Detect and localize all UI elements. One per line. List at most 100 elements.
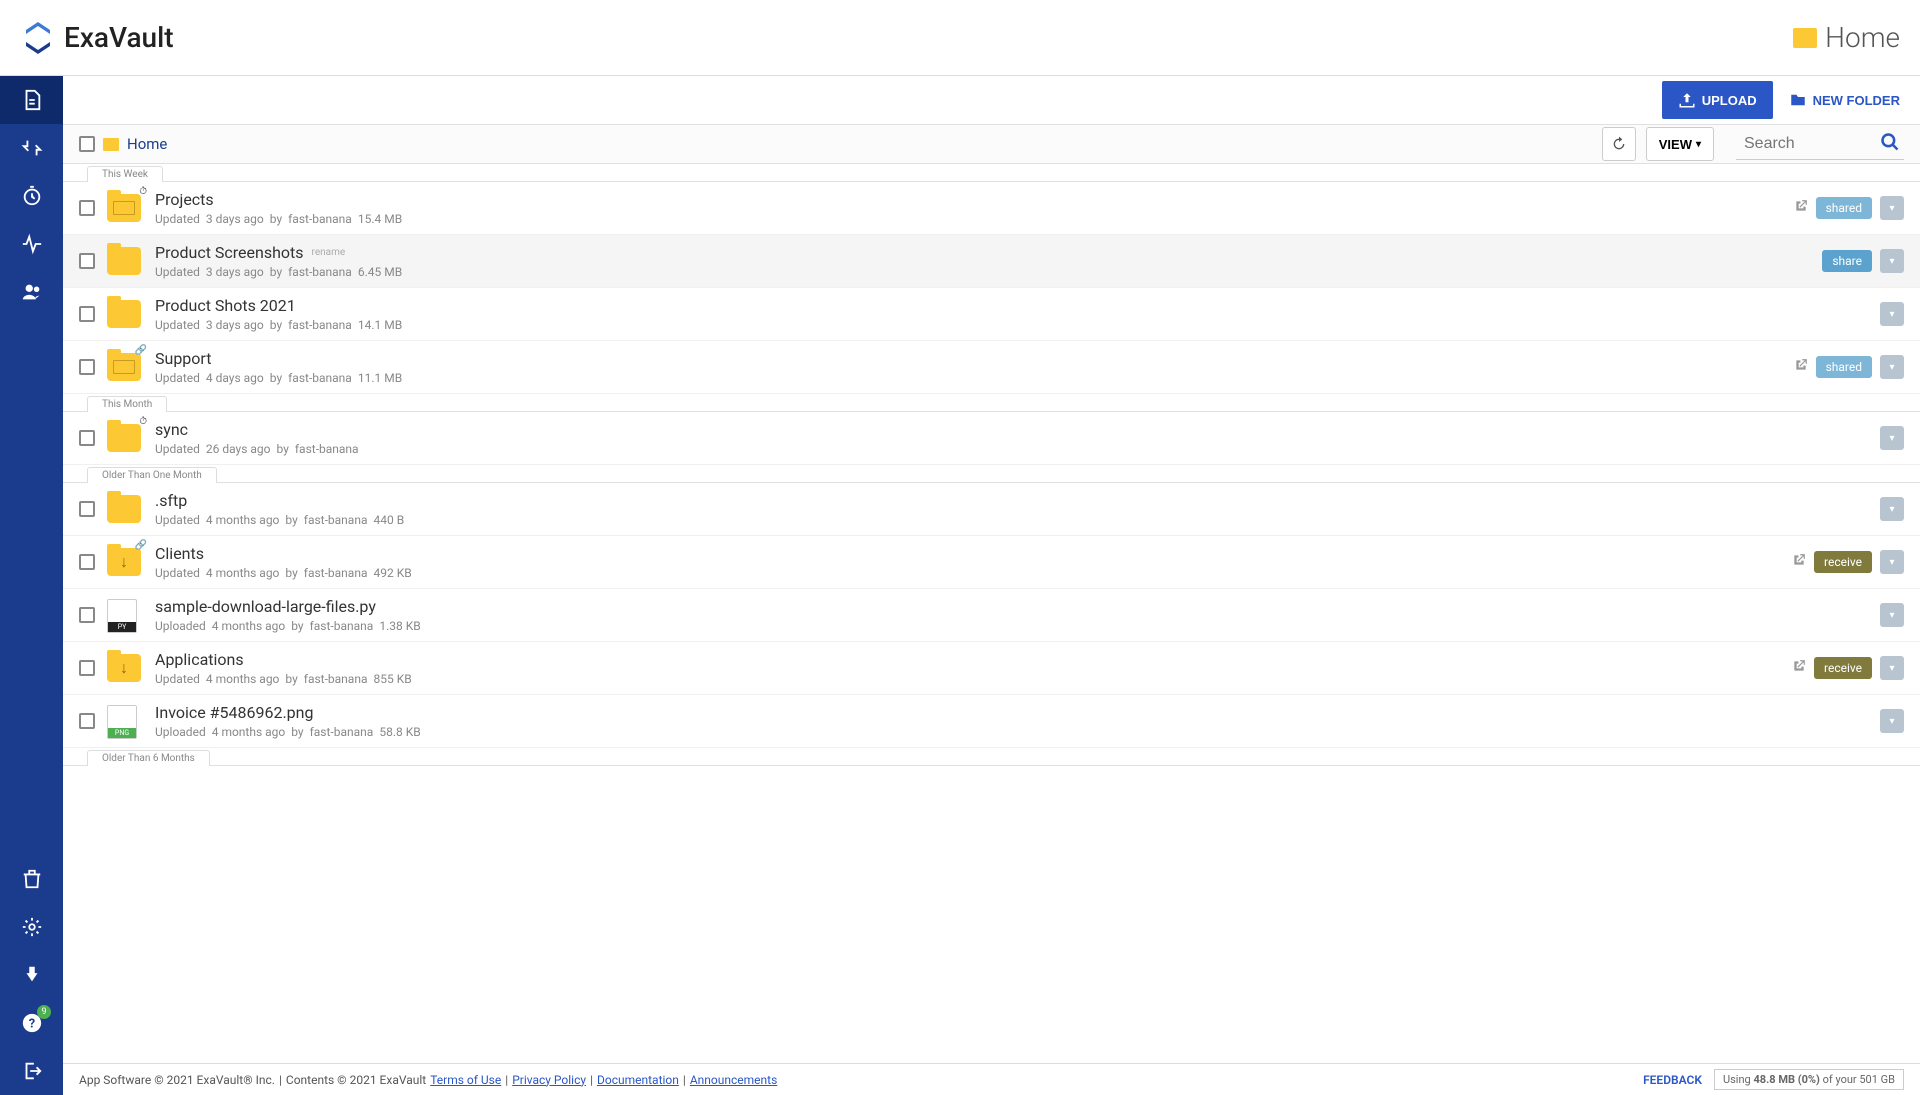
search-button[interactable] xyxy=(1876,128,1904,159)
select-all-checkbox[interactable] xyxy=(79,136,95,152)
rename-hint[interactable]: rename xyxy=(312,247,346,258)
more-actions-button[interactable] xyxy=(1880,302,1904,326)
row-checkbox[interactable] xyxy=(79,200,95,216)
sidebar-item-users[interactable] xyxy=(0,268,63,316)
file-row[interactable]: PYsample-download-large-files.pyUploaded… xyxy=(63,589,1920,642)
folder-icon xyxy=(107,298,143,330)
file-row[interactable]: ⏱ProjectsUpdated3 days agobyfast-banana1… xyxy=(63,182,1920,235)
footer: App Software © 2021 ExaVault® Inc. | Con… xyxy=(63,1063,1920,1095)
breadcrumb[interactable]: Home xyxy=(127,135,167,153)
shared-badge[interactable]: shared xyxy=(1816,356,1872,378)
upload-button[interactable]: UPLOAD xyxy=(1662,81,1773,119)
brand-logo[interactable]: ExaVault xyxy=(20,20,174,56)
sidebar-item-power[interactable] xyxy=(0,951,63,999)
item-meta: Uploaded4 months agobyfast-banana1.38 KB xyxy=(155,619,1868,633)
sidebar-item-scheduled[interactable] xyxy=(0,172,63,220)
row-checkbox[interactable] xyxy=(79,359,95,375)
row-body: Applications Updated4 months agobyfast-ba… xyxy=(155,650,1780,686)
more-actions-button[interactable] xyxy=(1880,603,1904,627)
row-body: ClientsUpdated4 months agobyfast-banana4… xyxy=(155,544,1780,580)
file-row[interactable]: 🔗ClientsUpdated4 months agobyfast-banana… xyxy=(63,536,1920,589)
sidebar-item-files[interactable] xyxy=(0,76,63,124)
svg-text:?: ? xyxy=(28,1017,34,1032)
row-actions: shared xyxy=(1794,196,1904,220)
file-row[interactable]: .sftpUpdated4 months agobyfast-banana440… xyxy=(63,483,1920,536)
item-name[interactable]: Clients xyxy=(155,544,204,563)
row-checkbox[interactable] xyxy=(79,306,95,322)
folder-icon xyxy=(107,652,143,684)
search-wrap xyxy=(1736,128,1904,160)
row-checkbox[interactable] xyxy=(79,501,95,517)
receive-badge[interactable]: receive xyxy=(1814,551,1872,573)
row-checkbox[interactable] xyxy=(79,607,95,623)
file-row[interactable]: Product Shots 2021 Updated3 days agobyfas… xyxy=(63,288,1920,341)
new-folder-button[interactable]: NEW FOLDER xyxy=(1789,91,1900,109)
item-meta: Updated4 months agobyfast-banana855 KB xyxy=(155,672,1780,686)
file-row[interactable]: Applications Updated4 months agobyfast-ba… xyxy=(63,642,1920,695)
file-row[interactable]: 🔗SupportUpdated4 days agobyfast-banana11… xyxy=(63,341,1920,394)
item-name[interactable]: Support xyxy=(155,349,211,368)
sidebar-item-logout[interactable] xyxy=(0,1047,63,1095)
shared-badge[interactable]: shared xyxy=(1816,197,1872,219)
footer-legal: App Software © 2021 ExaVault® Inc. | Con… xyxy=(79,1073,777,1087)
row-checkbox[interactable] xyxy=(79,554,95,570)
external-link-icon[interactable] xyxy=(1794,199,1808,217)
clock-icon: ⏱ xyxy=(139,186,147,197)
row-body: Product Screenshots rename Updated3 days a… xyxy=(155,243,1810,279)
file-row[interactable]: ⏱syncUpdated26 days agobyfast-banana xyxy=(63,412,1920,465)
share-badge[interactable]: share xyxy=(1822,250,1872,272)
row-checkbox[interactable] xyxy=(79,430,95,446)
page-title: Home xyxy=(1825,21,1900,54)
privacy-link[interactable]: Privacy Policy xyxy=(512,1073,586,1087)
row-actions: shared xyxy=(1794,355,1904,379)
view-button[interactable]: VIEW xyxy=(1646,127,1714,161)
docs-link[interactable]: Documentation xyxy=(597,1073,679,1087)
folder-icon xyxy=(107,493,143,525)
item-name[interactable]: Projects xyxy=(155,190,214,209)
external-link-icon[interactable] xyxy=(1792,553,1806,571)
sidebar-item-activity[interactable] xyxy=(0,220,63,268)
row-checkbox[interactable] xyxy=(79,253,95,269)
refresh-button[interactable] xyxy=(1602,127,1636,161)
more-actions-button[interactable] xyxy=(1880,426,1904,450)
terms-link[interactable]: Terms of Use xyxy=(430,1073,501,1087)
item-name[interactable]: sync xyxy=(155,420,188,439)
item-name[interactable]: Applications xyxy=(155,650,244,669)
sidebar-item-trash[interactable] xyxy=(0,855,63,903)
view-label: VIEW xyxy=(1659,137,1692,152)
more-actions-button[interactable] xyxy=(1880,249,1904,273)
row-body: Product Shots 2021 Updated3 days agobyfas… xyxy=(155,296,1868,332)
more-actions-button[interactable] xyxy=(1880,355,1904,379)
search-input[interactable] xyxy=(1736,129,1876,159)
row-checkbox[interactable] xyxy=(79,713,95,729)
more-actions-button[interactable] xyxy=(1880,196,1904,220)
item-meta: Updated3 days agobyfast-banana6.45 MB xyxy=(155,265,1810,279)
item-meta: Updated4 days agobyfast-banana11.1 MB xyxy=(155,371,1782,385)
row-actions xyxy=(1880,302,1904,326)
item-name[interactable]: Invoice #5486962.png xyxy=(155,703,313,722)
sidebar-item-help[interactable]: ? 9 xyxy=(0,999,63,1047)
feedback-button[interactable]: FEEDBACK xyxy=(1643,1073,1702,1087)
more-actions-button[interactable] xyxy=(1880,709,1904,733)
external-link-icon[interactable] xyxy=(1792,659,1806,677)
row-actions: receive xyxy=(1792,656,1904,680)
item-name[interactable]: .sftp xyxy=(155,491,187,510)
row-checkbox[interactable] xyxy=(79,660,95,676)
item-name[interactable]: Product Shots 2021 xyxy=(155,296,296,315)
file-row[interactable]: PNGInvoice #5486962.pngUploaded4 months … xyxy=(63,695,1920,748)
header: ExaVault Home xyxy=(0,0,1920,76)
item-name[interactable]: Product Screenshots xyxy=(155,243,304,262)
more-actions-button[interactable] xyxy=(1880,550,1904,574)
item-name[interactable]: sample-download-large-files.py xyxy=(155,597,376,616)
item-meta: Updated26 days agobyfast-banana xyxy=(155,442,1868,456)
file-row[interactable]: Product Screenshots rename Updated3 days a… xyxy=(63,235,1920,288)
more-actions-button[interactable] xyxy=(1880,497,1904,521)
announce-link[interactable]: Announcements xyxy=(690,1073,777,1087)
external-link-icon[interactable] xyxy=(1794,358,1808,376)
sidebar-item-transfer[interactable] xyxy=(0,124,63,172)
item-meta: Updated3 days agobyfast-banana14.1 MB xyxy=(155,318,1868,332)
receive-badge[interactable]: receive xyxy=(1814,657,1872,679)
section-header: This Month xyxy=(87,396,167,412)
sidebar-item-settings[interactable] xyxy=(0,903,63,951)
more-actions-button[interactable] xyxy=(1880,656,1904,680)
